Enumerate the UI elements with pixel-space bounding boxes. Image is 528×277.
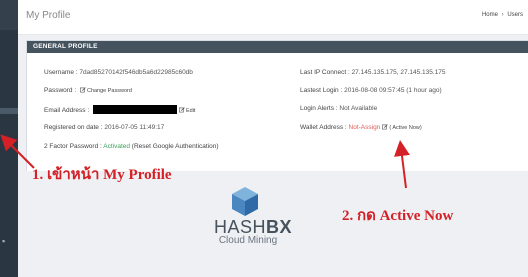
arrow-to-active-now [394, 140, 410, 189]
annotation-step1: 1. เข้าหน้า My Profile [32, 167, 172, 183]
annotation-step2: 2. กด Active Now [342, 208, 454, 224]
arrow-to-sidebar [0, 134, 35, 169]
annotation-arrows [0, 134, 410, 189]
